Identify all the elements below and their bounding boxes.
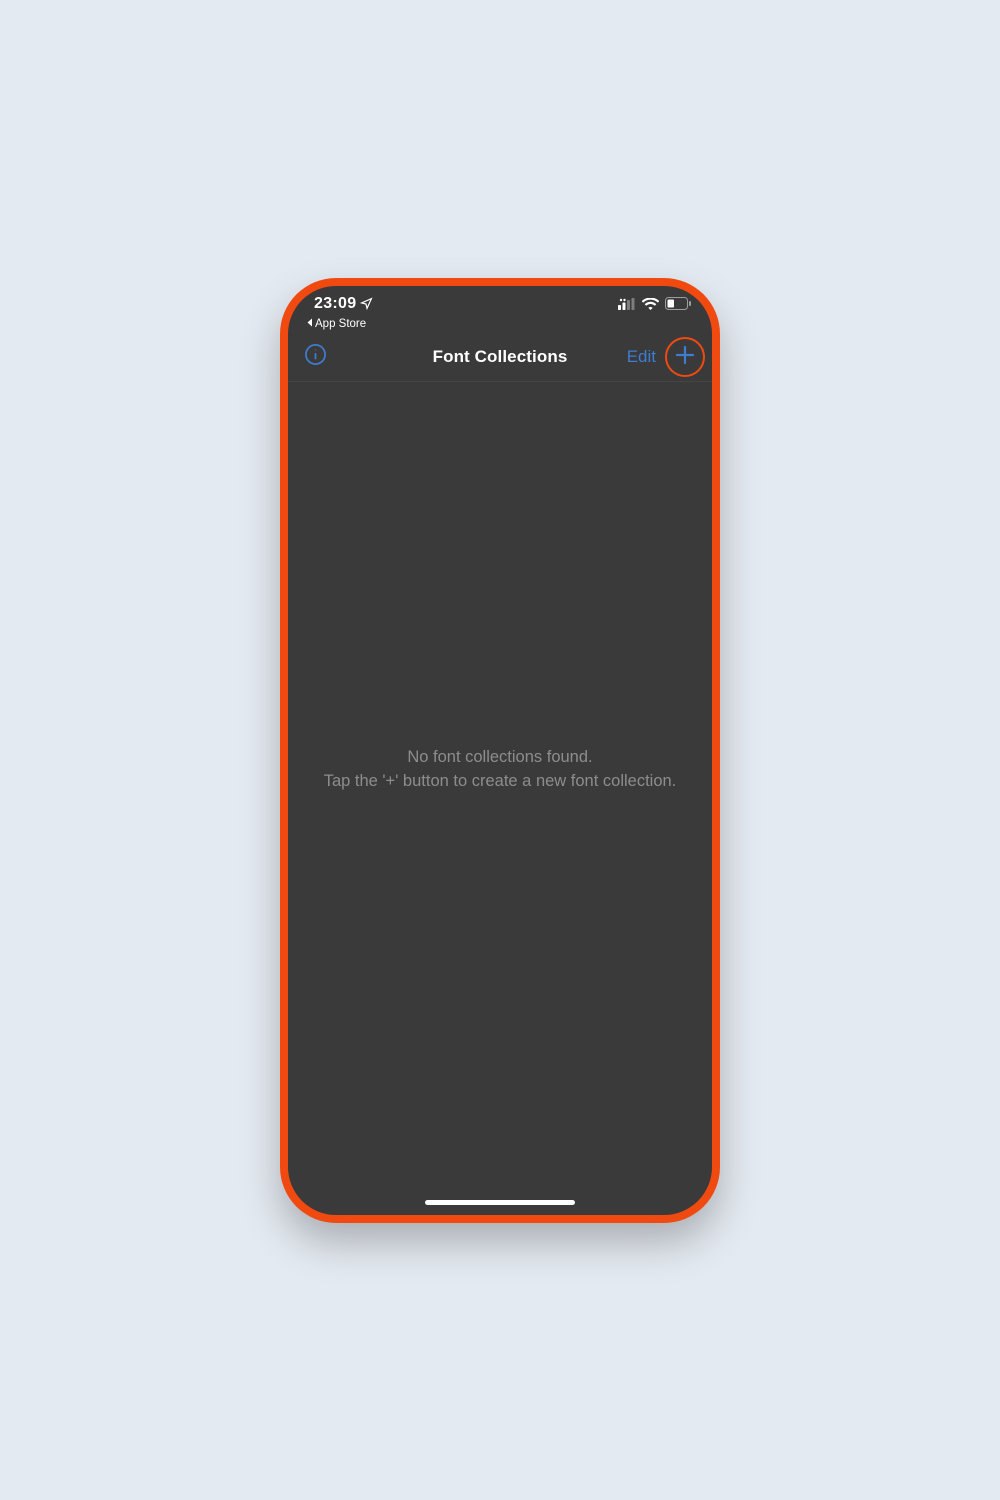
back-to-app[interactable]: App Store [288,316,712,330]
phone-frame: 23:09 [280,278,720,1223]
empty-line-2: Tap the '+' button to create a new font … [324,770,677,794]
info-button[interactable] [302,344,328,370]
plus-icon [673,343,697,372]
location-arrow-icon [360,297,373,310]
screen: 23:09 [288,286,712,1215]
home-indicator[interactable] [425,1200,575,1205]
battery-icon [665,297,692,310]
notch [410,286,590,312]
wifi-icon [642,298,659,310]
add-button[interactable] [668,340,702,374]
back-app-label: App Store [315,318,366,330]
caret-left-icon [306,318,313,330]
status-time: 23:09 [314,295,356,313]
empty-line-1: No font collections found. [324,746,677,770]
cellular-icon [618,298,636,310]
info-icon [304,343,327,371]
empty-state: No font collections found. Tap the '+' b… [288,382,712,1215]
edit-button[interactable]: Edit [625,343,658,371]
nav-bar: Font Collections Edit [288,330,712,382]
